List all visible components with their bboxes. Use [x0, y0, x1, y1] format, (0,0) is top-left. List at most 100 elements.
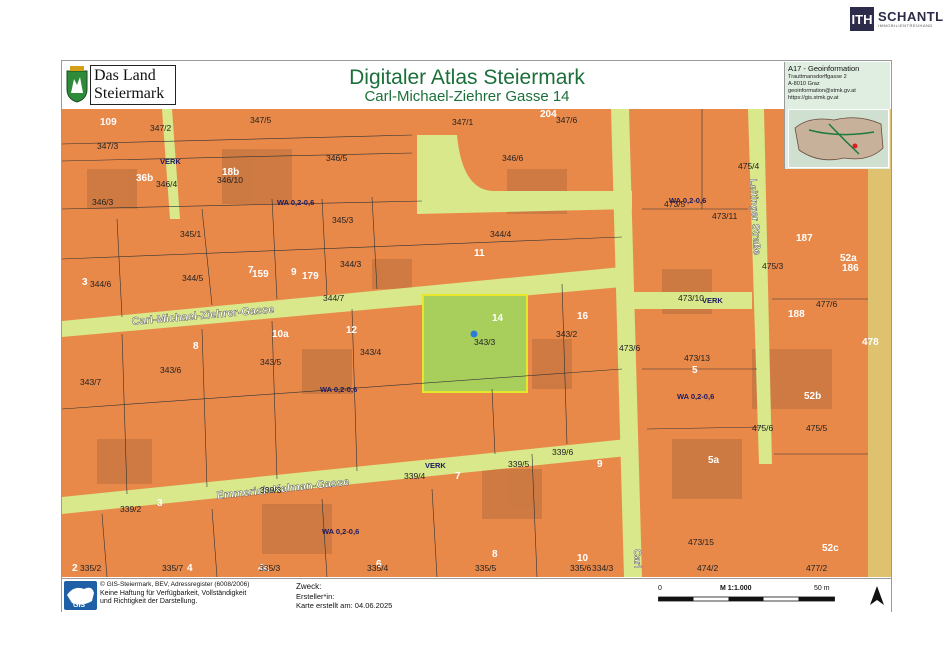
- parcel-number: 3: [157, 498, 163, 509]
- parcel-number: 335/4: [367, 563, 389, 573]
- parcel-number: 343/2: [556, 329, 578, 339]
- parcel-number: 3: [82, 277, 88, 288]
- parcel-number: 335/2: [80, 563, 102, 573]
- parcel-number: 344/6: [90, 279, 112, 289]
- map-subtitle: Carl-Michael-Ziehrer Gasse 14: [364, 88, 570, 105]
- parcel-number: 345/3: [332, 215, 354, 225]
- parcel-number: 10a: [272, 329, 289, 340]
- parcel-number: 474/2: [697, 563, 719, 573]
- disclaimer-line-1: Keine Haftung für Verfügbarkeit, Vollstä…: [100, 589, 247, 597]
- parcel-number: 14: [492, 313, 504, 324]
- parcel-number: 186: [842, 263, 859, 274]
- info-line: https://gis.stmk.gv.at: [788, 95, 839, 101]
- parcel-number: 473/10: [678, 293, 704, 303]
- copyright-text: © GIS-Steiermark, BEV, Adressregister (6…: [100, 581, 250, 588]
- north-arrow-icon: [870, 586, 884, 605]
- parcel-number: 36b: [136, 173, 153, 184]
- verk-label: VERK: [425, 461, 446, 470]
- parcel-number: 2: [72, 563, 78, 574]
- parcel-number: 343/5: [260, 357, 282, 367]
- parcel-number: 473/6: [619, 343, 641, 353]
- parcel-number: 335/7: [162, 563, 184, 573]
- parcel-number: 335/5: [475, 563, 497, 573]
- parcel-number: 475/5: [806, 423, 828, 433]
- footer-copyright-block: © GIS-Steiermark, BEV, Adressregister (6…: [100, 581, 249, 607]
- karte-erstellt-label: Karte erstellt am: 04.06.2025: [296, 601, 393, 610]
- zone-label: WA 0,2-0,6: [320, 385, 357, 394]
- overview-minimap: [788, 109, 889, 168]
- parcel-number: 344/5: [182, 273, 204, 283]
- scale-bar-graphic: [658, 596, 835, 602]
- verk-label: VERK: [160, 157, 181, 166]
- parcel-number: 345/1: [180, 229, 202, 239]
- zone-label: WA 0,2-0,6: [322, 527, 359, 536]
- land-line-1: Das Land: [94, 67, 156, 84]
- parcel-number: 5: [692, 365, 698, 376]
- disclaimer-line-2: und Richtigkeit der Darstellung.: [100, 598, 198, 605]
- agency-name: SCHANTL: [878, 9, 944, 24]
- parcel-number: 343/7: [80, 377, 102, 387]
- parcel-number: 339/4: [404, 471, 426, 481]
- parcel-number: 344/4: [490, 229, 512, 239]
- agency-logo: ITH SCHANTL IMMOBILIENTREUHAND: [850, 6, 944, 32]
- map-sheet: Das Land Steiermark Digitaler Atlas Stei…: [61, 60, 892, 612]
- verk-label: VERK: [702, 296, 723, 305]
- parcel-number: 346/4: [156, 179, 178, 189]
- parcel-number: 473/5: [664, 199, 686, 209]
- info-line: geoinformation@stmk.gv.at: [788, 88, 856, 94]
- parcel-number: 473/11: [712, 211, 738, 221]
- scale-bar: 0 M 1:1.000 50 m: [658, 585, 838, 609]
- parcel-number: 9: [291, 267, 297, 278]
- parcel-number: 339/2: [120, 504, 142, 514]
- street-label-carl: Carl: [631, 549, 643, 569]
- footer-purpose-block: Zweck: Ersteller*in: Karte erstellt am: …: [296, 582, 392, 610]
- parcel-number: 334/3: [592, 563, 614, 573]
- ersteller-label: Ersteller*in:: [296, 592, 335, 601]
- parcel-number: 346/3: [92, 197, 114, 207]
- parcel-number: 344/7: [323, 293, 345, 303]
- parcel-number: 11: [474, 248, 485, 259]
- parcel-number: 52b: [804, 391, 821, 402]
- parcel-number: 52a: [840, 253, 857, 264]
- scale-left-label: 0: [658, 585, 662, 592]
- gis-logo-text: GIS: [73, 602, 85, 609]
- scale-ratio-label: M 1:1.000: [720, 585, 752, 592]
- scale-right-label: 50 m: [814, 585, 830, 592]
- parcel-number: 339/5: [508, 459, 530, 469]
- cadastral-map-canvas[interactable]: Carl-Michael-Ziehrer-Gasse Emmerich-Kalm…: [62, 109, 891, 577]
- info-line: Trauttmansdorffgasse 2: [788, 74, 847, 80]
- zweck-label: Zweck:: [296, 582, 322, 591]
- parcel-number: 335/6: [570, 563, 592, 573]
- land-line-2: Steiermark: [94, 85, 165, 102]
- parcel-number: 188: [788, 309, 805, 320]
- parcel-number: 339/3: [260, 485, 282, 495]
- parcel-number: 343/3: [474, 337, 496, 347]
- parcel-number: 204: [540, 109, 557, 120]
- parcel-number: 343/4: [360, 347, 382, 357]
- parcel-number: 10: [577, 553, 589, 564]
- parcel-number: 477/2: [806, 563, 828, 573]
- gis-steiermark-logo: GIS: [64, 581, 97, 610]
- parcel-number: 335/3: [259, 563, 281, 573]
- parcel-number: 347/2: [150, 123, 172, 133]
- parcel-number: 52c: [822, 543, 839, 554]
- cadastral-map[interactable]: Carl-Michael-Ziehrer-Gasse Emmerich-Kalm…: [62, 109, 891, 577]
- map-title: Digitaler Atlas Steiermark: [349, 66, 585, 89]
- parcel-number: 8: [492, 549, 498, 560]
- zone-label: WA 0,2-0,6: [677, 392, 714, 401]
- parcel-number: 343/6: [160, 365, 182, 375]
- parcel-number: 8: [193, 341, 199, 352]
- parcel-number: 346/5: [326, 153, 348, 163]
- parcel-number: 344/3: [340, 259, 362, 269]
- parcel-number: 109: [100, 117, 117, 128]
- info-title: A17 - Geoinformation: [788, 64, 860, 73]
- map-footer: GIS © GIS-Steiermark, BEV, Adressregiste…: [62, 578, 891, 612]
- parcel-number: 475/6: [752, 423, 774, 433]
- info-box: A17 - Geoinformation Trauttmansdorffgass…: [784, 62, 890, 169]
- agency-subtitle: IMMOBILIENTREUHAND: [878, 23, 933, 28]
- parcel-number: 473/15: [688, 537, 714, 547]
- parcel-number: 187: [796, 233, 813, 244]
- parcel-number: 4: [187, 563, 193, 574]
- steiermark-coat-of-arms-icon: [66, 66, 88, 103]
- map-header: Das Land Steiermark Digitaler Atlas Stei…: [62, 61, 891, 110]
